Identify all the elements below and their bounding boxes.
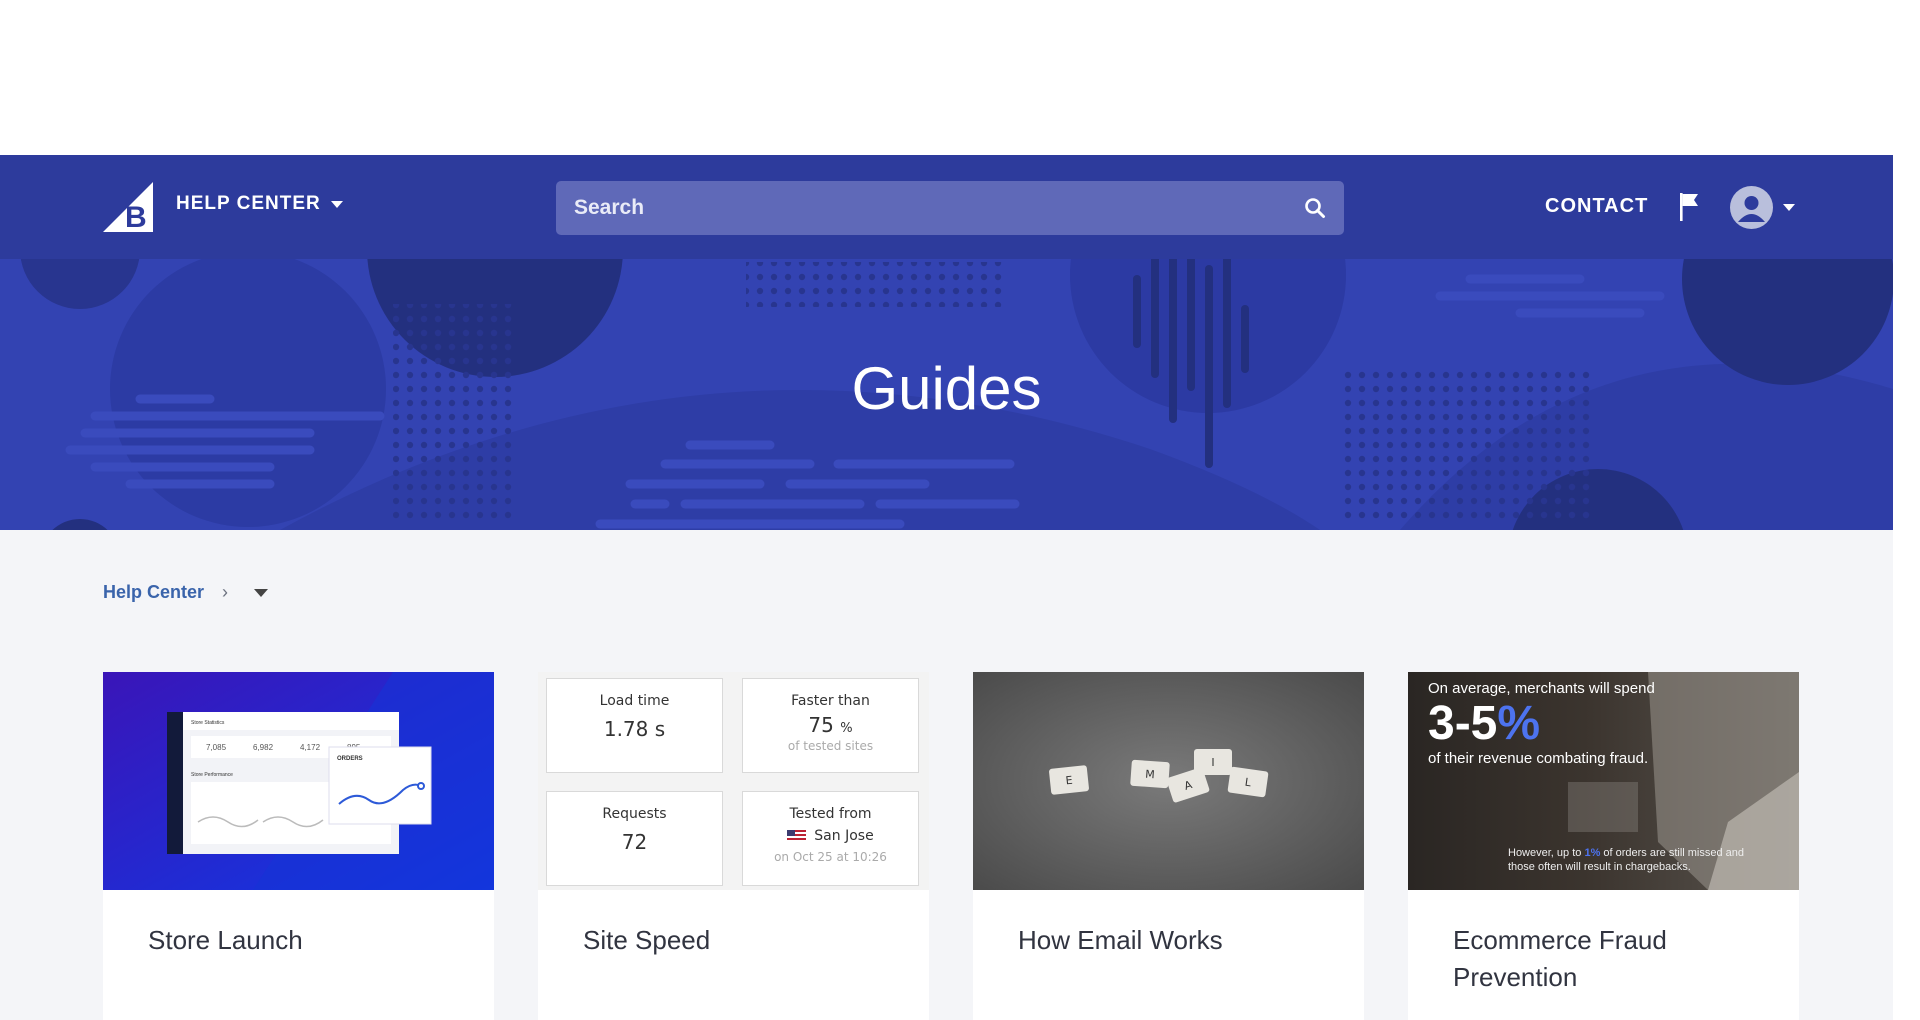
top-whitespace — [0, 0, 1920, 155]
svg-text:4,172: 4,172 — [300, 743, 321, 752]
svg-text:6,982: 6,982 — [253, 743, 274, 752]
breadcrumb-help-center[interactable]: Help Center — [103, 582, 204, 603]
faster-than-tile: Faster than 75 % of tested sites — [742, 678, 919, 773]
faster-than-label: Faster than — [791, 693, 870, 709]
dashboard-illustration: Store Statistics 7,085 6,982 4,172 895 S… — [103, 672, 494, 890]
svg-text:M: M — [1145, 768, 1155, 782]
fraud-footnote: However, up to 1% of orders are still mi… — [1508, 847, 1745, 873]
breadcrumb-separator: › — [222, 582, 229, 602]
fraud-big-number: 3-5% — [1428, 697, 1541, 750]
svg-text:ORDERS: ORDERS — [337, 756, 363, 762]
faster-than-value: 75 % — [808, 713, 853, 737]
page-title: Guides — [851, 355, 1042, 422]
svg-text:Store Performance: Store Performance — [191, 772, 233, 778]
fraud-image: On average, merchants will spend 3-5% of… — [1408, 672, 1799, 890]
fraud-line-2: of their revenue combating fraud. — [1428, 750, 1649, 767]
help-center-label: HELP CENTER — [176, 193, 321, 214]
tested-from-label: Tested from — [789, 806, 872, 822]
bigcommerce-logo[interactable]: B — [103, 182, 153, 232]
email-tiles-image: E M A I L — [973, 672, 1364, 890]
svg-text:7,085: 7,085 — [206, 743, 227, 752]
tested-date: on Oct 25 at 10:26 — [774, 850, 887, 864]
load-time-label: Load time — [599, 693, 670, 709]
site-speed-image: Load time 1.78 s Faster than 75 % of tes… — [538, 672, 929, 890]
store-launch-image: Store Statistics 7,085 6,982 4,172 895 S… — [103, 672, 494, 890]
guide-card-site-speed[interactable]: Load time 1.78 s Faster than 75 % of tes… — [538, 672, 929, 1020]
requests-value: 72 — [621, 830, 648, 854]
avatar-chevron-down-icon[interactable] — [1783, 204, 1795, 211]
requests-tile: Requests 72 — [546, 791, 723, 886]
navbar: B HELP CENTER CONTACT — [0, 155, 1893, 259]
flag-icon[interactable] — [1678, 192, 1700, 222]
guide-card-ecommerce-fraud-prevention[interactable]: On average, merchants will spend 3-5% of… — [1408, 672, 1799, 1020]
scrabble-tiles-illustration: E M A I L — [973, 672, 1364, 890]
breadcrumb-dropdown-icon[interactable] — [254, 588, 269, 597]
svg-text:B: B — [125, 201, 147, 232]
fraud-line-1: On average, merchants will spend — [1428, 680, 1655, 697]
tested-from-tile: Tested from San Jose on Oct 25 at 10:26 — [742, 791, 919, 886]
svg-text:E: E — [1065, 774, 1073, 788]
help-center-menu[interactable]: HELP CENTER — [176, 193, 343, 215]
main-content: Help Center › Store Statistics 7,085 6,9… — [0, 530, 1893, 1020]
card-title: Site Speed — [583, 925, 711, 955]
search-bar — [556, 181, 1344, 235]
chevron-down-icon — [330, 200, 343, 208]
contact-link[interactable]: CONTACT — [1545, 195, 1648, 218]
card-title: How Email Works — [1018, 925, 1223, 955]
svg-text:I: I — [1211, 756, 1214, 769]
guide-card-how-email-works[interactable]: E M A I L How Email Works — [973, 672, 1364, 1020]
card-title: Ecommerce Fraud Prevention — [1453, 925, 1667, 992]
requests-label: Requests — [602, 806, 667, 822]
user-icon — [1738, 196, 1765, 222]
user-avatar[interactable] — [1730, 186, 1773, 229]
card-title: Store Launch — [148, 925, 303, 955]
search-input[interactable] — [556, 181, 1344, 235]
breadcrumb: Help Center › — [103, 582, 269, 603]
search-icon[interactable] — [1304, 197, 1326, 219]
tested-location: San Jose — [743, 828, 918, 844]
faster-than-sub: of tested sites — [787, 739, 874, 753]
guide-card-store-launch[interactable]: Store Statistics 7,085 6,982 4,172 895 S… — [103, 672, 494, 1020]
load-time-value: 1.78 s — [603, 717, 666, 741]
load-time-tile: Load time 1.78 s — [546, 678, 723, 773]
svg-text:Store Statistics: Store Statistics — [191, 720, 225, 726]
us-flag-icon — [787, 830, 807, 842]
hero-banner: Guides — [0, 259, 1893, 530]
